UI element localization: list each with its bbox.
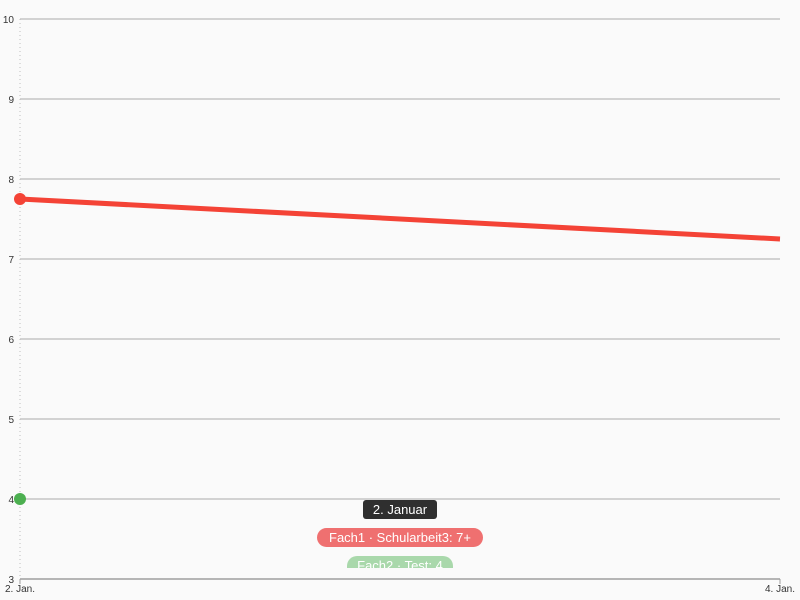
y-tick-label-8: 8 — [8, 175, 14, 186]
y-tick-label-4: 4 — [8, 495, 14, 506]
tooltip-date: 2. Januar — [363, 500, 437, 519]
y-tick-label-7: 7 — [8, 255, 14, 266]
tooltip-entry-fach2: Fach2 · Test: 4 — [347, 556, 453, 568]
y-tick-label-6: 6 — [8, 335, 14, 346]
x-tick-label-1: 4. Jan. — [765, 584, 795, 595]
series-1-point-0 — [14, 493, 26, 505]
x-tick-labels: 2. Jan. 4. Jan. — [5, 584, 795, 595]
series-layer — [14, 193, 781, 505]
series-0-line — [19, 196, 781, 242]
y-tick-label-10: 10 — [3, 15, 15, 26]
y-tick-labels: 345678910 — [3, 15, 15, 586]
tooltip-entry-fach1: Fach1 · Schularbeit3: 7+ — [317, 528, 483, 547]
series-0-point-0 — [14, 193, 26, 205]
y-tick-label-5: 5 — [8, 415, 14, 426]
x-tick-label-0: 2. Jan. — [5, 584, 35, 595]
gridlines — [20, 18, 780, 500]
y-tick-label-9: 9 — [8, 95, 14, 106]
